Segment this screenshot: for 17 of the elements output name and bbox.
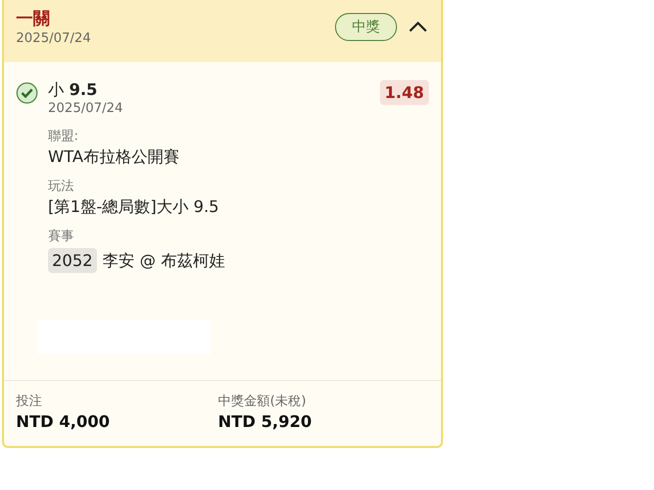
amount-label: 投注 [16,393,43,411]
bet-type-title: 一關 [16,8,51,30]
bet-date: 2025/07/24 [16,30,91,48]
amount-label: 中獎金額(未稅) [218,393,308,411]
selection-pick: 小 9.5 [48,80,98,100]
event-name: 李安 @ 布茲柯娃 [102,250,225,272]
field-label: 玩法 [48,178,75,196]
selection-date: 2025/07/24 [48,100,123,118]
field-label: 聯盟: [48,128,80,146]
amount-value: NTD 4,000 [16,411,111,433]
field-value: WTA布拉格公開賽 [48,146,180,168]
field-value: [第1盤-總局數]大小 9.5 [48,196,220,218]
status-badge: 中獎 [335,13,397,41]
amount-value: NTD 5,920 [218,411,313,433]
field-label: 賽事 [48,228,75,246]
event-code: 2052 [48,248,97,273]
odds-value: 1.48 [380,80,429,105]
